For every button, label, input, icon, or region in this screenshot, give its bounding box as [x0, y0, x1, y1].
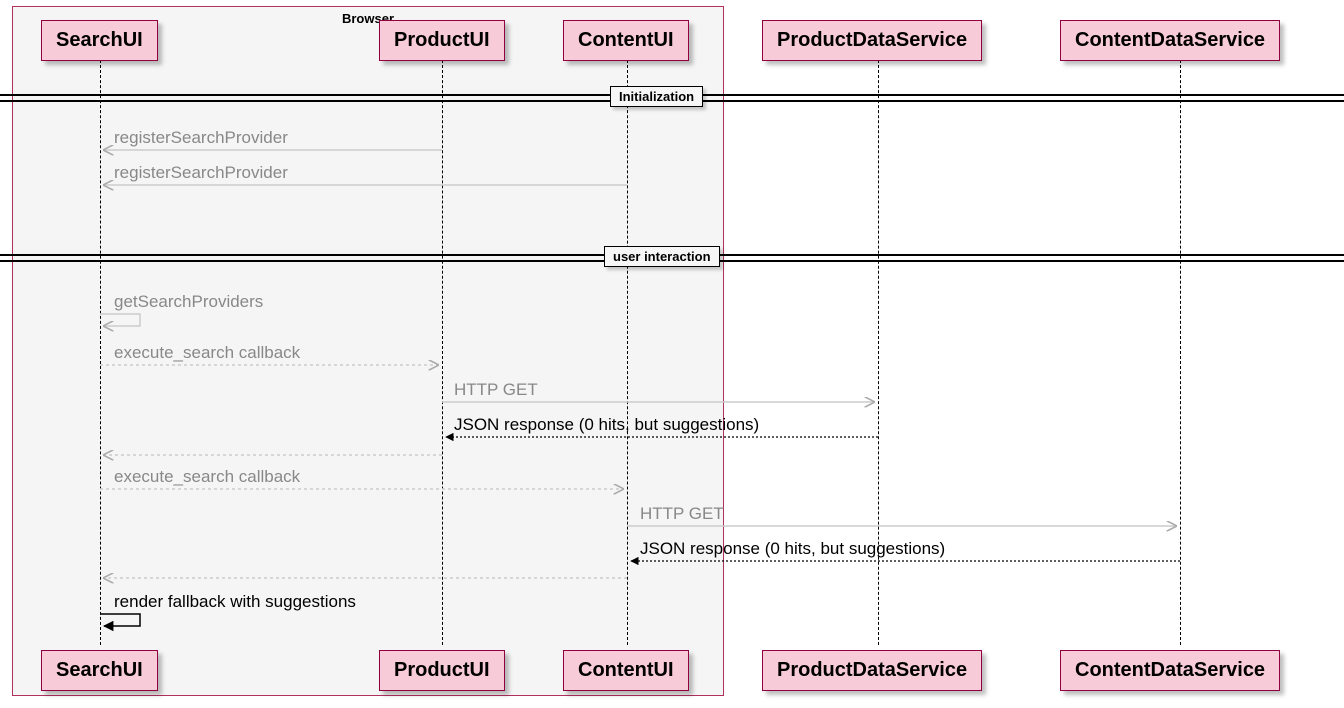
participant-product-ds-top: ProductDataService — [762, 20, 982, 61]
msg-register-1: registerSearchProvider — [114, 128, 288, 148]
participant-search-ui-top: SearchUI — [41, 20, 158, 61]
divider-user: user interaction — [604, 246, 720, 267]
participant-content-ui-top: ContentUI — [563, 20, 689, 61]
lifeline-content-ds — [1180, 60, 1181, 645]
msg-http-1: HTTP GET — [454, 380, 538, 400]
msg-render: render fallback with suggestions — [114, 592, 356, 612]
lifeline-content-ui — [627, 60, 628, 645]
divider-init: Initialization — [610, 86, 703, 107]
lifeline-search-ui — [100, 60, 101, 645]
participant-content-ds-bottom: ContentDataService — [1060, 650, 1280, 691]
participant-content-ui-bottom: ContentUI — [563, 650, 689, 691]
participant-search-ui-bottom: SearchUI — [41, 650, 158, 691]
msg-http-2: HTTP GET — [640, 504, 724, 524]
participant-product-ui-bottom: ProductUI — [379, 650, 505, 691]
participant-content-ds-top: ContentDataService — [1060, 20, 1280, 61]
lifeline-product-ui — [442, 60, 443, 645]
msg-exec-2: execute_search callback — [114, 467, 300, 487]
msg-get-providers: getSearchProviders — [114, 292, 263, 312]
msg-exec-1: execute_search callback — [114, 343, 300, 363]
participant-product-ui-top: ProductUI — [379, 20, 505, 61]
msg-json-1: JSON response (0 hits, but suggestions) — [454, 415, 759, 435]
msg-register-2: registerSearchProvider — [114, 163, 288, 183]
participant-product-ds-bottom: ProductDataService — [762, 650, 982, 691]
msg-json-2: JSON response (0 hits, but suggestions) — [640, 539, 945, 559]
